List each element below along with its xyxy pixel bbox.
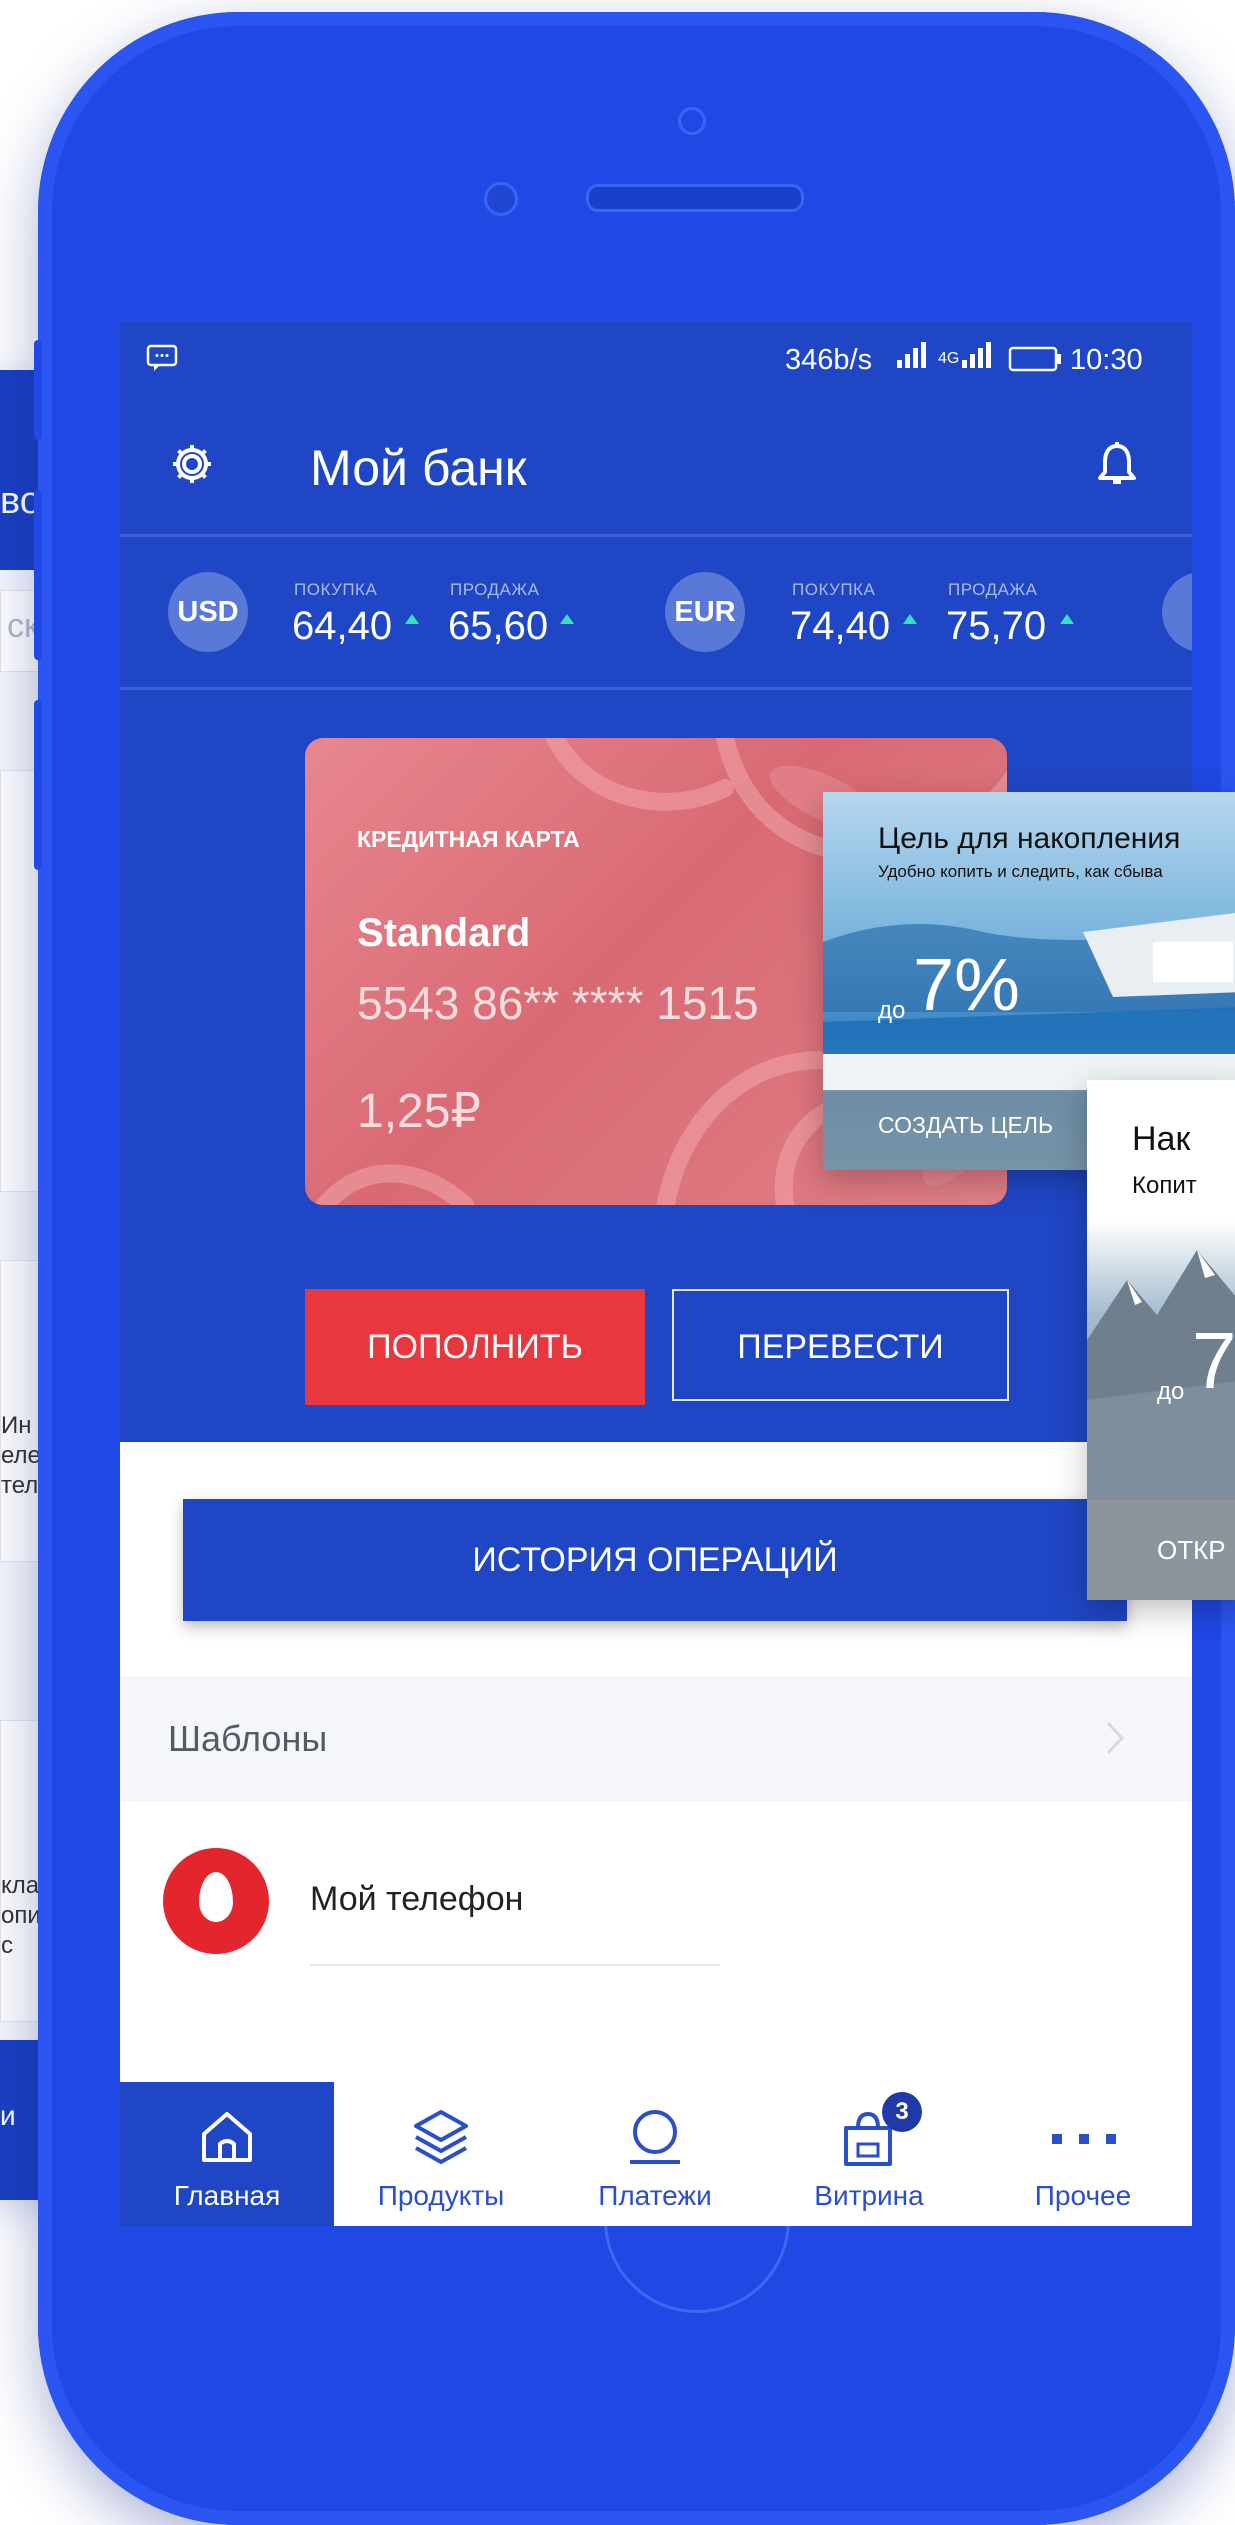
- transfer-button[interactable]: ПЕРЕВЕСТИ: [672, 1289, 1009, 1401]
- nav-tab-payments[interactable]: Платежи: [548, 2082, 762, 2226]
- status-time: 10:30: [1070, 344, 1143, 376]
- status-speed: 346b/s: [785, 344, 873, 376]
- card-type: КРЕДИТНАЯ КАРТА: [357, 826, 580, 852]
- nav-label-more: Прочее: [1034, 2180, 1132, 2211]
- status-message-icon: [146, 344, 178, 384]
- topup-button[interactable]: ПОПОЛНИТЬ: [305, 1289, 645, 1405]
- open-account-button[interactable]: ОТКР: [1157, 1535, 1226, 1566]
- nav-tab-more[interactable]: Прочее: [976, 2082, 1190, 2226]
- promo2-title: Нак: [1132, 1120, 1191, 1158]
- usd-sell-label: ПРОДАЖА: [450, 580, 540, 599]
- template-item[interactable]: Мой телефон: [120, 1802, 1192, 2002]
- eur-sell-label: ПРОДАЖА: [948, 580, 1038, 599]
- eur-buy-label: ПОКУПКА: [792, 580, 876, 599]
- usd-sell-up-icon: [560, 614, 574, 624]
- currency-badge-next: C: [1162, 572, 1192, 652]
- more-icon: [1048, 2132, 1120, 2151]
- home-icon: [198, 2108, 256, 2171]
- templates-title: Шаблоны: [168, 1718, 328, 1759]
- card-name: Standard: [357, 911, 531, 955]
- promo-rate: 7%: [913, 943, 1020, 1026]
- currency-badge-eur: EUR: [665, 572, 745, 652]
- nav-label-payments: Платежи: [598, 2180, 712, 2211]
- create-goal-button[interactable]: СОЗДАТЬ ЦЕЛЬ: [878, 1112, 1053, 1139]
- earpiece-speaker: [586, 184, 804, 212]
- eur-sell-up-icon: [1060, 614, 1074, 624]
- signal-icon: [895, 340, 931, 380]
- templates-header[interactable]: Шаблоны: [120, 1676, 1192, 1802]
- promo2-subtitle: Копит: [1132, 1172, 1197, 1199]
- promo2-rate-prefix: до: [1157, 1378, 1185, 1405]
- promo-card-savings-account[interactable]: Нак Копит до 7 ОТКР: [1087, 1080, 1235, 1600]
- operations-history-button[interactable]: ИСТОРИЯ ОПЕРАЦИЙ: [183, 1499, 1127, 1621]
- background-card-1-line-1: Ин: [1, 1412, 32, 1439]
- template-divider: [310, 1964, 720, 1966]
- usd-sell-value: 65,60: [448, 604, 549, 648]
- showcase-badge: 3: [882, 2092, 922, 2132]
- nav-label-home: Главная: [173, 2180, 281, 2211]
- side-button-volume-up: [34, 490, 42, 660]
- settings-gear-icon[interactable]: [170, 442, 214, 491]
- nav-tab-home[interactable]: Главная: [120, 2082, 334, 2226]
- payment-icon: [626, 2106, 684, 2173]
- side-button-mute: [34, 340, 42, 440]
- proximity-sensor: [484, 182, 518, 216]
- card-currency-symbol: ₽: [450, 1085, 481, 1138]
- promo-subtitle: Удобно копить и следить, как сбыва: [878, 862, 1163, 881]
- background-card-1-line-3: тел: [1, 1472, 39, 1499]
- usd-buy-value: 64,40: [292, 604, 393, 648]
- promo2-rate: 7: [1192, 1316, 1235, 1405]
- front-camera: [678, 107, 706, 135]
- layers-icon: [410, 2106, 472, 2173]
- promo-title: Цель для накопления: [878, 822, 1181, 855]
- app-screen: 346b/s 4G 10:30 Мой банк USD ПОКУПКА 64,…: [120, 322, 1192, 2226]
- chevron-right-icon: [1105, 1720, 1125, 1761]
- bottom-navigation: Главная Продукты Платежи 3 Витрина Проче…: [120, 2082, 1192, 2226]
- background-card-2-line-1: кла: [1, 1872, 40, 1899]
- card-number: 5543 86** **** 1515: [357, 977, 759, 1029]
- eur-buy-value: 74,40: [790, 604, 891, 648]
- card-balance: 1,25₽: [357, 1083, 481, 1139]
- background-footer-text: и: [0, 2100, 16, 2131]
- promo-rate-prefix: до: [878, 997, 906, 1024]
- nav-label-products: Продукты: [377, 2180, 505, 2211]
- currency-badge-usd: USD: [168, 572, 248, 652]
- page-title: Мой банк: [310, 440, 527, 496]
- notifications-bell-icon[interactable]: [1095, 440, 1139, 493]
- status-network-type: 4G: [938, 350, 960, 367]
- battery-icon: [1008, 346, 1062, 386]
- eur-sell-value: 75,70: [946, 604, 1047, 648]
- side-button-volume-down: [34, 700, 42, 870]
- nav-tab-showcase[interactable]: 3 Витрина: [762, 2082, 976, 2226]
- nav-tab-products[interactable]: Продукты: [334, 2082, 548, 2226]
- template-label: Мой телефон: [310, 1880, 524, 1918]
- background-card-1-line-2: еле: [1, 1442, 41, 1469]
- background-card-2-line-3: с: [1, 1932, 13, 1959]
- mts-egg-shape: [199, 1872, 233, 1922]
- mts-egg-icon: [163, 1848, 269, 1954]
- usd-buy-label: ПОКУПКА: [294, 580, 378, 599]
- card-balance-value: 1,25: [357, 1085, 451, 1138]
- nav-label-showcase: Витрина: [814, 2180, 924, 2211]
- eur-buy-up-icon: [903, 614, 917, 624]
- title-divider: [120, 534, 1192, 537]
- signal-icon-2: [960, 340, 996, 380]
- usd-buy-up-icon: [405, 614, 419, 624]
- rates-divider: [120, 687, 1192, 690]
